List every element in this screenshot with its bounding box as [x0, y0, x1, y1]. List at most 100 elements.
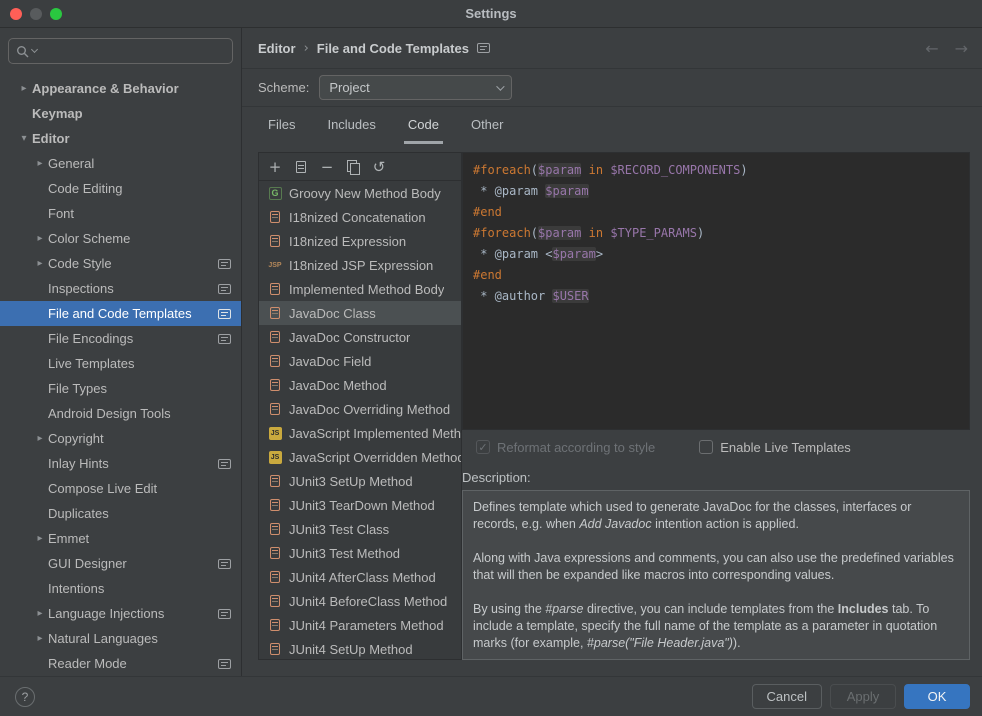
template-item-implemented-method-body[interactable]: Implemented Method Body — [259, 277, 461, 301]
sidebar-item-appearance-behavior[interactable]: ▸Appearance & Behavior — [0, 76, 241, 101]
settings-tree: ▸Appearance & BehaviorKeymap▾Editor▸Gene… — [0, 70, 241, 676]
template-item-javascript-overridden-method[interactable]: JSJavaScript Overridden Method — [259, 445, 461, 469]
sidebar-item-intentions[interactable]: Intentions — [0, 576, 241, 601]
sidebar-item-label: Reader Mode — [48, 656, 127, 671]
sidebar-item-label: File and Code Templates — [48, 306, 192, 321]
tab-includes[interactable]: Includes — [323, 107, 379, 144]
sidebar-item-reader-mode[interactable]: Reader Mode — [0, 651, 241, 676]
sidebar-item-inspections[interactable]: Inspections — [0, 276, 241, 301]
zoom-window-button[interactable] — [50, 8, 62, 20]
template-list[interactable]: G Groovy New Method Body I18nized Concaten… — [259, 181, 461, 659]
sidebar-item-label: Code Style — [48, 256, 112, 271]
sidebar-item-font[interactable]: Font — [0, 201, 241, 226]
template-item-label: JUnit3 Test Method — [289, 546, 400, 561]
sidebar-item-duplicates[interactable]: Duplicates — [0, 501, 241, 526]
sidebar-item-copyright[interactable]: ▸Copyright — [0, 426, 241, 451]
chevron-right-icon[interactable]: ▸ — [32, 158, 48, 169]
chevron-down-icon — [496, 82, 504, 90]
screen-icon — [218, 459, 231, 469]
forward-arrow-icon[interactable]: → — [955, 39, 968, 58]
chevron-right-icon[interactable]: ▸ — [16, 83, 32, 94]
sidebar-item-editor[interactable]: ▾Editor — [0, 126, 241, 151]
sidebar-item-emmet[interactable]: ▸Emmet — [0, 526, 241, 551]
template-item-groovy-new-method-body[interactable]: G Groovy New Method Body — [259, 181, 461, 205]
reset-icon[interactable]: ↺ — [367, 156, 391, 178]
template-item-label: Implemented Method Body — [289, 282, 444, 297]
breadcrumb-separator: › — [304, 41, 309, 56]
duplicate-icon[interactable] — [341, 156, 365, 178]
ok-button[interactable]: OK — [904, 684, 970, 709]
tab-code[interactable]: Code — [404, 107, 443, 144]
settings-search-input[interactable] — [40, 44, 225, 59]
scheme-dropdown[interactable]: Project — [319, 75, 512, 100]
sidebar-item-file-and-code-templates[interactable]: File and Code Templates — [0, 301, 241, 326]
reformat-checkbox[interactable]: Reformat according to style — [476, 440, 655, 455]
template-item-label: JavaDoc Method — [289, 378, 387, 393]
tab-other[interactable]: Other — [467, 107, 508, 144]
sidebar-item-gui-designer[interactable]: GUI Designer — [0, 551, 241, 576]
settings-search-box[interactable] — [8, 38, 233, 64]
sidebar-item-file-types[interactable]: File Types — [0, 376, 241, 401]
template-item-junit3-setup-method[interactable]: JUnit3 SetUp Method — [259, 469, 461, 493]
sidebar-item-code-editing[interactable]: Code Editing — [0, 176, 241, 201]
groovy-file-icon: G — [267, 185, 283, 201]
add-icon[interactable]: + — [263, 156, 287, 178]
template-item-label: JavaScript Implemented Method — [289, 426, 461, 441]
sidebar-item-label: Natural Languages — [48, 631, 158, 646]
sidebar-item-compose-live-edit[interactable]: Compose Live Edit — [0, 476, 241, 501]
sidebar-item-language-injections[interactable]: ▸Language Injections — [0, 601, 241, 626]
template-item-label: JUnit3 TearDown Method — [289, 498, 435, 513]
back-arrow-icon[interactable]: ← — [925, 39, 938, 58]
chevron-right-icon[interactable]: ▸ — [32, 433, 48, 444]
template-item-i18nized-jsp-expression[interactable]: JSPI18nized JSP Expression — [259, 253, 461, 277]
page-title: File and Code Templates — [317, 41, 469, 56]
sidebar-item-general[interactable]: ▸General — [0, 151, 241, 176]
template-item-junit3-test-class[interactable]: JUnit3 Test Class — [259, 517, 461, 541]
sidebar-item-color-scheme[interactable]: ▸Color Scheme — [0, 226, 241, 251]
template-item-javadoc-constructor[interactable]: JavaDoc Constructor — [259, 325, 461, 349]
template-item-i18nized-concatenation[interactable]: I18nized Concatenation — [259, 205, 461, 229]
template-item-javadoc-class[interactable]: JavaDoc Class — [259, 301, 461, 325]
settings-sidebar: ▸Appearance & BehaviorKeymap▾Editor▸Gene… — [0, 28, 242, 676]
template-item-label: Groovy New Method Body — [289, 186, 441, 201]
sidebar-item-natural-languages[interactable]: ▸Natural Languages — [0, 626, 241, 651]
sidebar-item-android-design-tools[interactable]: Android Design Tools — [0, 401, 241, 426]
search-history-chevron-icon[interactable] — [31, 46, 38, 53]
chevron-right-icon[interactable]: ▸ — [32, 633, 48, 644]
template-item-javadoc-method[interactable]: JavaDoc Method — [259, 373, 461, 397]
chevron-right-icon[interactable]: ▸ — [32, 533, 48, 544]
sidebar-item-label: Language Injections — [48, 606, 164, 621]
sidebar-item-live-templates[interactable]: Live Templates — [0, 351, 241, 376]
live-templates-checkbox[interactable]: Enable Live Templates — [699, 440, 851, 455]
template-item-junit3-teardown-method[interactable]: JUnit3 TearDown Method — [259, 493, 461, 517]
template-editor[interactable]: #foreach($param in $RECORD_COMPONENTS) *… — [462, 152, 970, 430]
tab-files[interactable]: Files — [264, 107, 299, 144]
sidebar-item-file-encodings[interactable]: File Encodings — [0, 326, 241, 351]
template-file-icon — [267, 281, 283, 297]
reformat-label: Reformat according to style — [497, 440, 655, 455]
chevron-down-icon[interactable]: ▾ — [16, 133, 32, 144]
sidebar-item-code-style[interactable]: ▸Code Style — [0, 251, 241, 276]
sidebar-item-inlay-hints[interactable]: Inlay Hints — [0, 451, 241, 476]
template-item-javadoc-overriding-method[interactable]: JavaDoc Overriding Method — [259, 397, 461, 421]
create-child-icon[interactable] — [289, 156, 313, 178]
cancel-button[interactable]: Cancel — [752, 684, 822, 709]
description-box[interactable]: Defines template which used to generate … — [462, 490, 970, 660]
chevron-right-icon[interactable]: ▸ — [32, 233, 48, 244]
breadcrumb-editor[interactable]: Editor — [258, 41, 296, 56]
sidebar-item-keymap[interactable]: Keymap — [0, 101, 241, 126]
template-item-javadoc-field[interactable]: JavaDoc Field — [259, 349, 461, 373]
template-item-junit4-beforeclass-method[interactable]: JUnit4 BeforeClass Method — [259, 589, 461, 613]
template-item-i18nized-expression[interactable]: I18nized Expression — [259, 229, 461, 253]
template-item-junit4-afterclass-method[interactable]: JUnit4 AfterClass Method — [259, 565, 461, 589]
template-item-javascript-implemented-method[interactable]: JSJavaScript Implemented Method — [259, 421, 461, 445]
template-item-junit4-parameters-method[interactable]: JUnit4 Parameters Method — [259, 613, 461, 637]
close-window-button[interactable] — [10, 8, 22, 20]
remove-icon[interactable]: − — [315, 156, 339, 178]
help-button[interactable]: ? — [15, 687, 35, 707]
template-item-junit3-test-method[interactable]: JUnit3 Test Method — [259, 541, 461, 565]
chevron-right-icon[interactable]: ▸ — [32, 608, 48, 619]
template-item-label: I18nized Expression — [289, 234, 406, 249]
chevron-right-icon[interactable]: ▸ — [32, 258, 48, 269]
template-item-junit4-setup-method[interactable]: JUnit4 SetUp Method — [259, 637, 461, 659]
